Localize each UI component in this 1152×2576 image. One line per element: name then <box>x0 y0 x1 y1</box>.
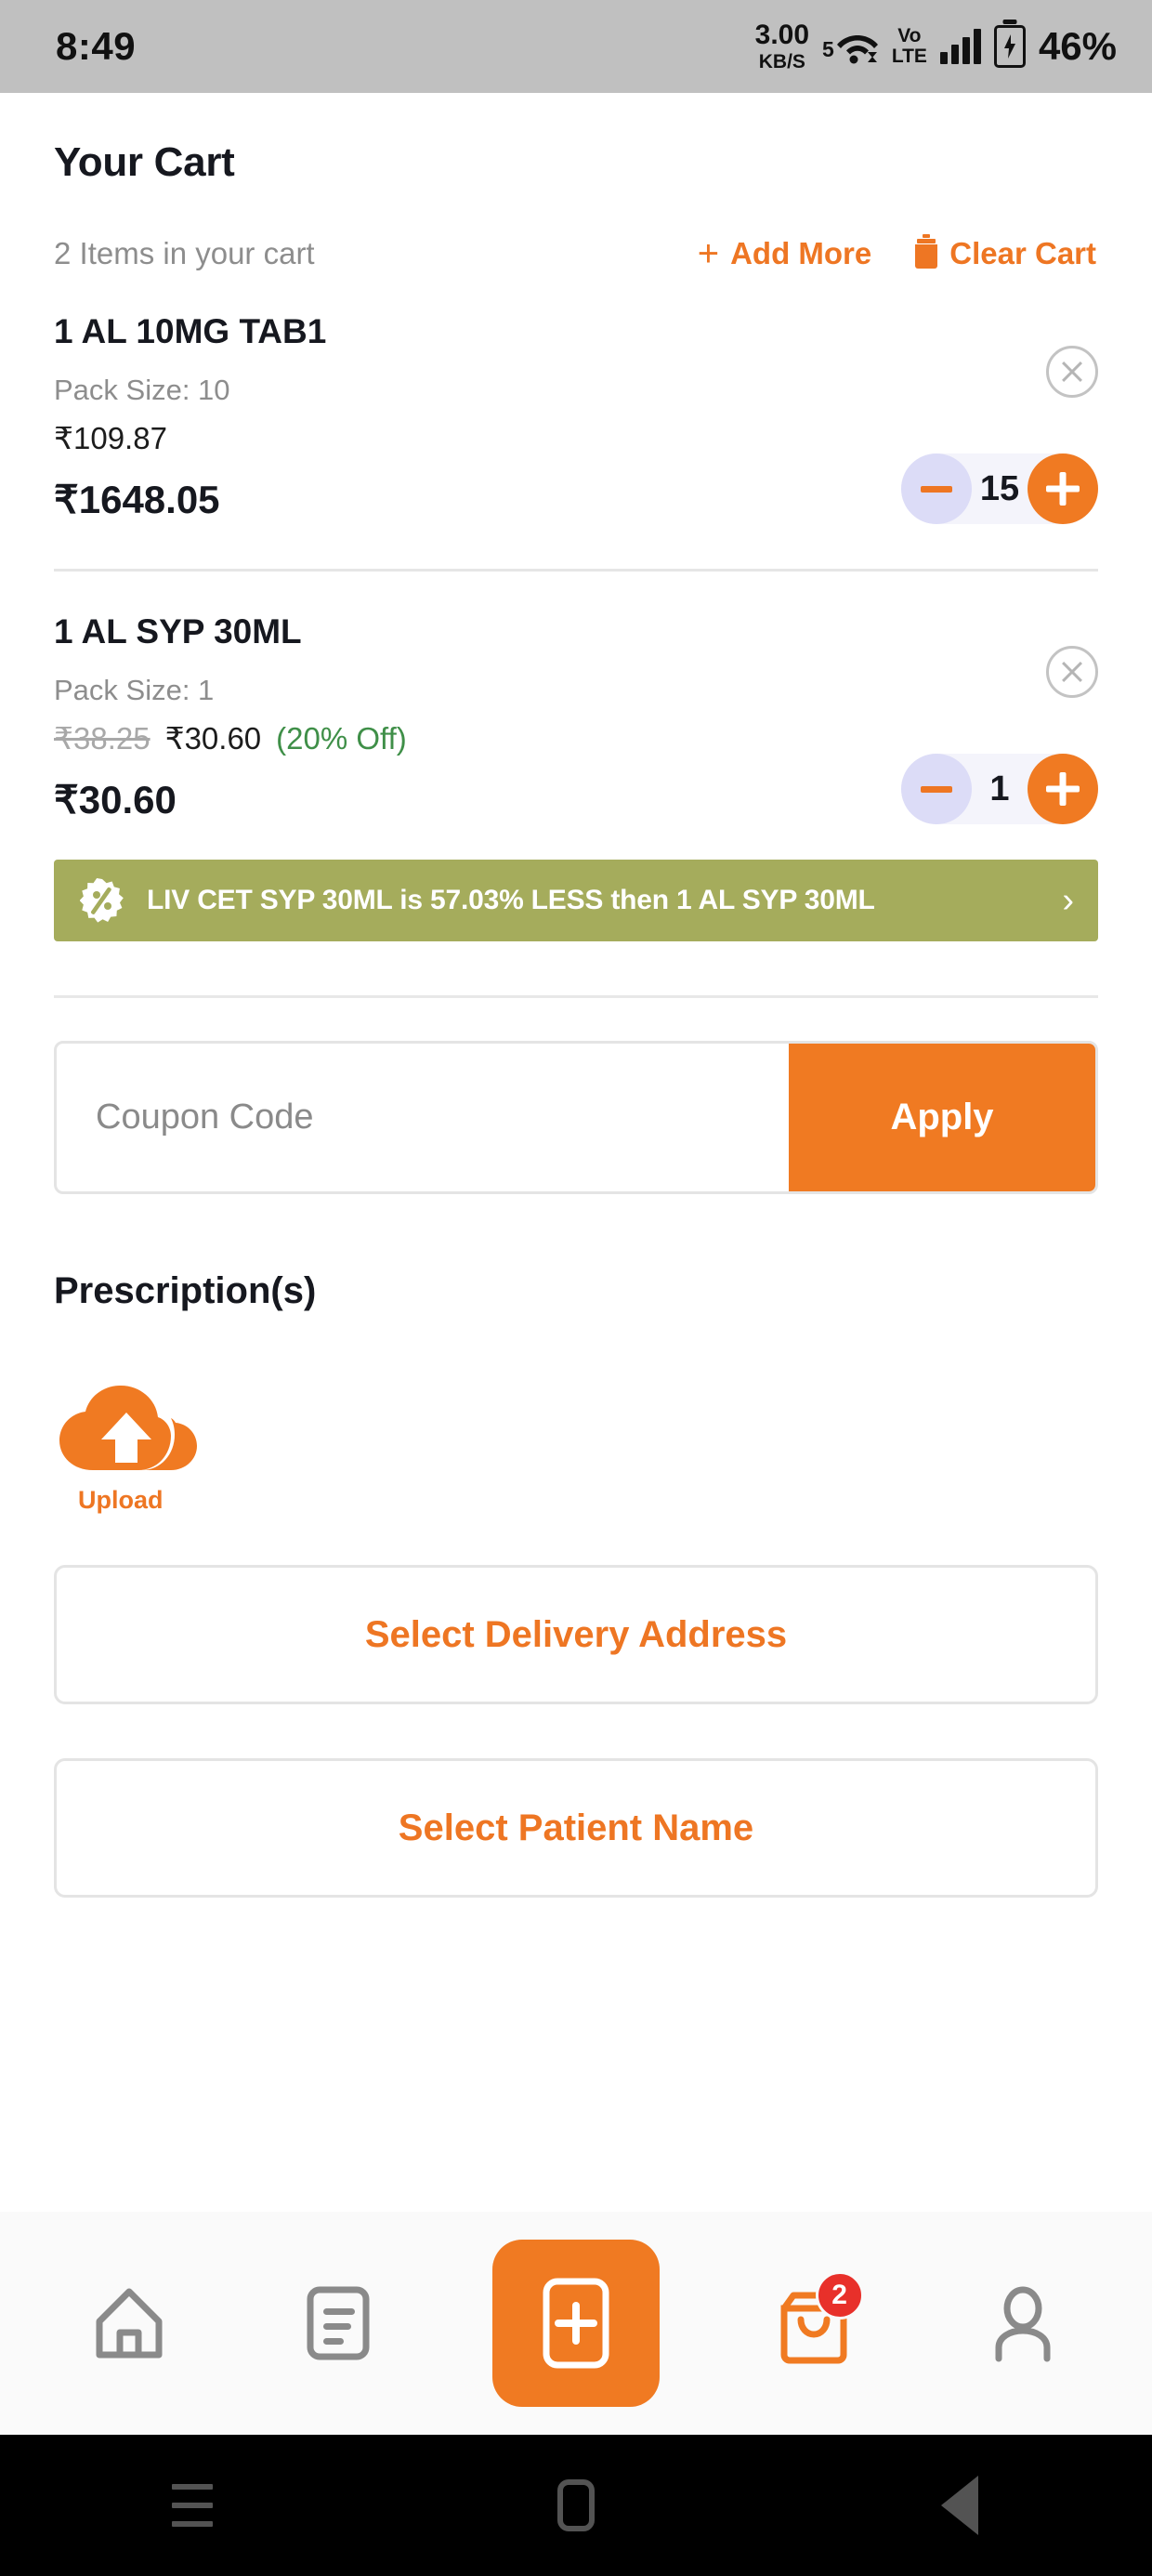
cart-item-pack-size: Pack Size: 10 <box>54 374 230 406</box>
increase-quantity-button[interactable] <box>1028 754 1098 824</box>
wifi-band-label: 5 <box>822 37 834 61</box>
select-patient-name-button[interactable]: Select Patient Name <box>54 1758 1098 1898</box>
quantity-value: 1 <box>989 769 1010 808</box>
nav-cart-button[interactable]: 2 <box>758 2267 870 2379</box>
network-speed-value: 3.00 <box>754 20 810 50</box>
battery-charging-icon <box>993 25 1026 68</box>
cart-item-name: 1 AL 10MG TAB1 <box>54 312 327 350</box>
status-bar-clock: 8:49 <box>56 24 137 68</box>
cart-badge: 2 <box>815 2271 864 2320</box>
promo-divider <box>54 995 1098 998</box>
remove-item-button[interactable] <box>1046 646 1098 698</box>
wifi-icon: 5 <box>822 29 879 64</box>
select-delivery-address-button[interactable]: Select Delivery Address <box>54 1565 1098 1704</box>
home-icon <box>96 2288 163 2359</box>
cart-summary-bar: 2 Items in your cart + Add More Clear Ca… <box>0 186 1152 274</box>
decrease-quantity-button[interactable] <box>901 453 972 524</box>
cart-item: 1 AL SYP 30ML Pack Size: 1 ₹38.25 ₹30.60… <box>0 612 1152 824</box>
cloud-upload-icon <box>59 1386 197 1470</box>
plus-icon: + <box>697 233 720 274</box>
status-bar-icons: 3.00 KB/S 5 Vo LTE 46% <box>755 21 1117 72</box>
substitute-promo-banner[interactable]: LIV CET SYP 30ML is 57.03% LESS then 1 A… <box>54 860 1098 941</box>
cart-item-count-label: 2 Items in your cart <box>54 236 315 270</box>
network-speed-unit: KB/S <box>758 51 805 72</box>
add-more-label: Add More <box>730 236 872 270</box>
increase-quantity-button[interactable] <box>1028 453 1098 524</box>
remove-item-button[interactable] <box>1046 346 1098 398</box>
chevron-right-icon: › <box>1062 881 1074 920</box>
clear-cart-button[interactable]: Clear Cart <box>914 234 1096 271</box>
cart-item-unit-price: ₹30.60 <box>164 721 262 756</box>
cart-item-mrp: ₹38.25 <box>54 721 151 756</box>
cart-page: Your Cart 2 Items in your cart + Add Mor… <box>0 93 1152 2576</box>
promo-banner-text: LIV CET SYP 30ML is 57.03% LESS then 1 A… <box>147 885 875 915</box>
signal-bars-icon <box>939 29 981 64</box>
coupon-input[interactable] <box>57 1044 789 1191</box>
cart-item-price-line: ₹38.25 ₹30.60 (20% Off) <box>54 720 1098 756</box>
upload-prescription-button[interactable]: Upload <box>58 1381 206 1515</box>
network-speed-indicator: 3.00 KB/S <box>755 21 809 72</box>
coupon-row: Apply <box>54 1041 1098 1194</box>
prescription-section-title: Prescription(s) <box>54 1270 317 1311</box>
profile-icon <box>995 2286 1051 2362</box>
android-system-nav <box>0 2435 1152 2576</box>
quantity-stepper[interactable]: 1 <box>901 754 1098 824</box>
decrease-quantity-button[interactable] <box>901 754 972 824</box>
apply-coupon-button[interactable]: Apply <box>789 1044 1095 1191</box>
quantity-value: 15 <box>979 468 1020 508</box>
page-title: Your Cart <box>54 139 235 185</box>
cart-item: 1 AL 10MG TAB1 Pack Size: 10 ₹109.87 ₹16… <box>0 312 1152 524</box>
status-bar: 8:49 3.00 KB/S 5 Vo LTE 46% <box>0 0 1152 93</box>
add-prescription-icon <box>543 2278 609 2369</box>
cart-item-price-line: ₹109.87 <box>54 420 1098 456</box>
volte-line-1: Vo <box>897 24 922 46</box>
orders-list-icon <box>307 2286 370 2360</box>
upload-label: Upload <box>78 1486 164 1514</box>
wifi-glyph <box>836 35 878 64</box>
home-square-icon <box>556 2479 595 2531</box>
trash-icon <box>914 234 938 269</box>
cart-item-name: 1 AL SYP 30ML <box>54 612 302 651</box>
android-back-button[interactable] <box>904 2450 1015 2561</box>
cart-item-pack-size: Pack Size: 1 <box>54 674 215 706</box>
quantity-stepper[interactable]: 15 <box>901 453 1098 524</box>
discount-percent-icon <box>80 878 124 923</box>
nav-orders-button[interactable] <box>282 2267 394 2379</box>
nav-home-button[interactable] <box>73 2267 185 2379</box>
clear-cart-label: Clear Cart <box>949 236 1096 270</box>
item-divider <box>54 569 1098 572</box>
volte-line-2: LTE <box>891 46 927 67</box>
android-recents-button[interactable] <box>137 2450 248 2561</box>
cart-item-unit-price: ₹109.87 <box>54 421 167 455</box>
android-home-button[interactable] <box>520 2450 632 2561</box>
recents-icon <box>171 2484 213 2527</box>
back-triangle-icon <box>941 2476 979 2535</box>
battery-percent-label: 46% <box>1038 24 1117 68</box>
bottom-navigation-bar: 2 <box>0 2212 1152 2435</box>
battery-bolt-glyph <box>1003 34 1015 59</box>
add-more-button[interactable]: + Add More <box>697 233 872 274</box>
nav-profile-button[interactable] <box>967 2267 1079 2379</box>
volte-icon: Vo LTE <box>891 24 927 67</box>
nav-add-button[interactable] <box>491 2240 660 2407</box>
cart-item-discount: (20% Off) <box>276 721 407 756</box>
